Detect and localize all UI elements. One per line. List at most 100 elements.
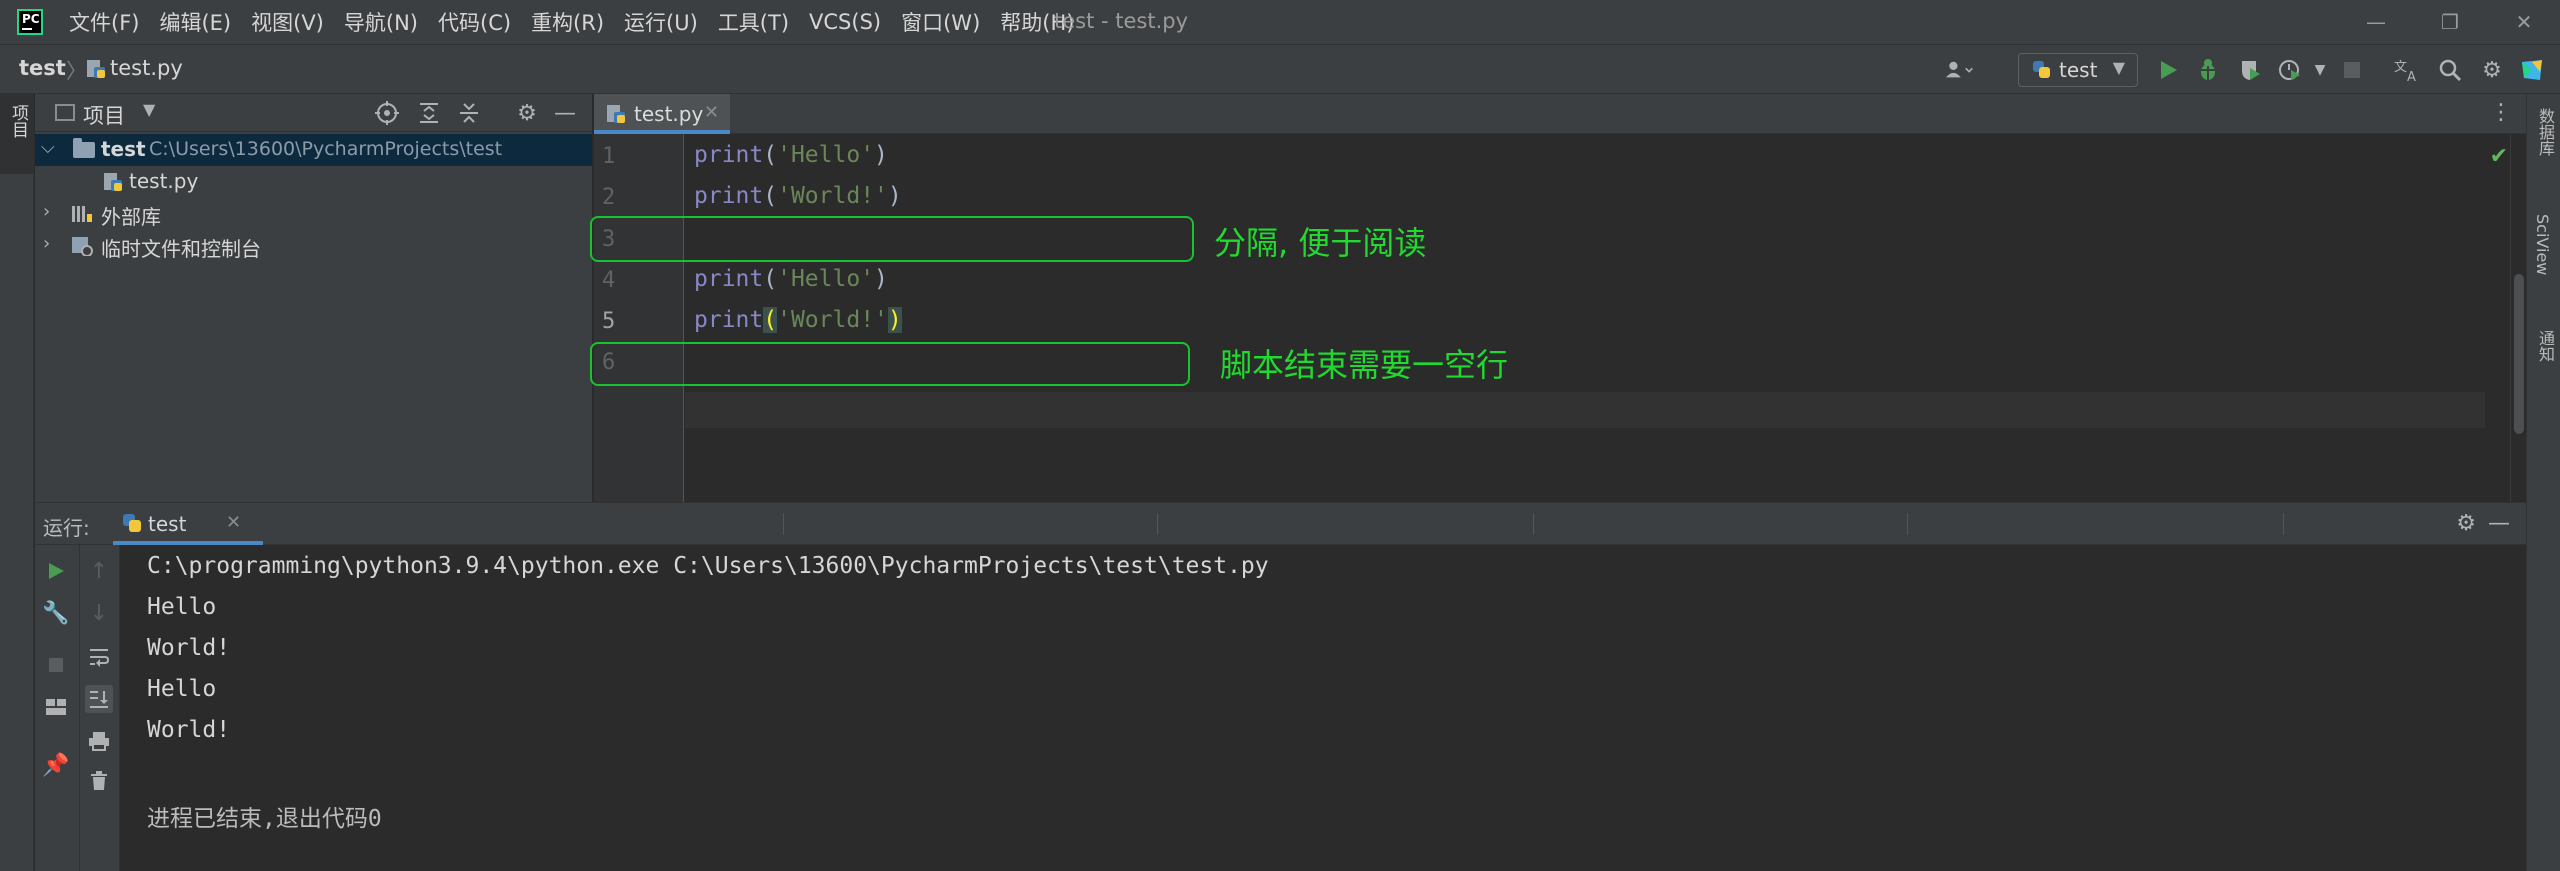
close-tab-icon[interactable]: ✕ xyxy=(226,512,241,533)
code-line-1[interactable]: print('Hello') xyxy=(694,142,888,168)
line-number: 1 xyxy=(602,144,616,169)
library-icon xyxy=(72,206,92,222)
project-panel-title[interactable]: 项目 xyxy=(83,100,125,130)
profile-icon[interactable] xyxy=(2276,56,2304,84)
coverage-icon[interactable] xyxy=(2236,56,2264,84)
menu-edit[interactable]: 编辑(E) xyxy=(159,7,231,37)
gear-icon[interactable]: ⚙ xyxy=(2456,511,2476,536)
minimize-icon[interactable]: — xyxy=(2346,4,2406,40)
editor-vertical-scrollbar[interactable] xyxy=(2510,134,2526,502)
wrench-icon[interactable]: 🔧 xyxy=(42,599,70,627)
jetbrains-toolbox-icon[interactable] xyxy=(2518,56,2546,84)
paren-close: ) xyxy=(874,266,888,292)
run-tool-window: 运行: test ✕ ⚙ — 🔧 📌 ↑ ↓ C:\programming\py… xyxy=(35,502,2526,871)
stop-icon[interactable] xyxy=(2338,56,2366,84)
console-line-output: World! xyxy=(147,635,231,661)
run-toolbar-secondary: ↑ ↓ xyxy=(80,545,120,871)
debug-icon[interactable] xyxy=(2194,56,2222,84)
scrollbar-thumb[interactable] xyxy=(2514,274,2524,434)
chevron-down-icon[interactable]: ▼ xyxy=(143,100,155,119)
tree-item-external-libraries[interactable]: › 外部库 xyxy=(35,198,592,230)
menu-vcs[interactable]: VCS(S) xyxy=(809,10,881,34)
annotation-box-line-6 xyxy=(590,342,1190,386)
stop-icon[interactable] xyxy=(42,651,70,679)
breadcrumb-file[interactable]: test.py xyxy=(110,56,183,80)
run-panel-header: 运行: test ✕ ⚙ — xyxy=(35,503,2526,545)
chevron-down-icon[interactable]: ⌵ xyxy=(41,137,55,158)
notifications-tool-button[interactable]: 通知 xyxy=(2533,330,2557,362)
right-tool-stripe: 数据库 SciView 通知 xyxy=(2526,94,2560,871)
arrow-down-icon[interactable]: ↓ xyxy=(85,599,113,627)
breadcrumb-separator: 〉 xyxy=(66,59,87,83)
code-line-5[interactable]: print('World!') xyxy=(694,307,902,333)
builtin-function: print xyxy=(694,142,764,168)
translate-icon[interactable]: 文A xyxy=(2394,56,2422,84)
run-configuration-select[interactable]: test ▼ xyxy=(2018,53,2138,87)
tab-label: test.py xyxy=(634,102,704,126)
builtin-function: print xyxy=(694,307,764,333)
pycharm-logo-icon: PC xyxy=(17,9,43,35)
current-line-highlight xyxy=(685,392,2485,428)
menu-navigate[interactable]: 导航(N) xyxy=(344,7,418,37)
menu-run[interactable]: 运行(U) xyxy=(624,7,698,37)
layout-icon[interactable] xyxy=(42,693,70,721)
run-icon[interactable] xyxy=(2154,56,2182,84)
hide-panel-icon[interactable]: — xyxy=(2488,511,2510,536)
run-toolbar-primary: 🔧 📌 xyxy=(35,545,80,871)
print-icon[interactable] xyxy=(85,727,113,755)
search-icon[interactable] xyxy=(2436,56,2464,84)
menu-refactor[interactable]: 重构(R) xyxy=(531,7,604,37)
rerun-icon[interactable] xyxy=(42,557,70,585)
console-line-exit-status: 进程已结束,退出代码0 xyxy=(147,806,382,832)
menu-code[interactable]: 代码(C) xyxy=(438,7,511,37)
menu-file[interactable]: 文件(F) xyxy=(69,7,139,37)
tree-item-path: C:\Users\13600\PycharmProjects\test xyxy=(149,138,503,160)
restore-icon[interactable]: ❐ xyxy=(2420,4,2480,40)
run-configuration-label: test xyxy=(2059,58,2098,82)
no-problems-check-icon[interactable]: ✔ xyxy=(2490,144,2508,169)
paren-open-matched: ( xyxy=(763,307,778,333)
svg-text:A: A xyxy=(2407,70,2416,82)
gear-icon[interactable]: ⚙ xyxy=(2478,56,2506,84)
gear-icon[interactable]: ⚙ xyxy=(513,99,541,127)
editor-tab-bar: test.py ✕ ⋮ xyxy=(594,94,2526,134)
tree-item-test-py[interactable]: test.py xyxy=(35,166,592,198)
more-run-options-chevron-icon[interactable]: ▼ xyxy=(2306,56,2334,84)
project-panel-header: 项目 ▼ ⚙ — xyxy=(35,94,592,132)
locate-file-icon[interactable] xyxy=(373,99,401,127)
breadcrumb-project[interactable]: test xyxy=(19,56,66,80)
close-icon[interactable]: ✕ xyxy=(2494,4,2554,40)
expand-all-icon[interactable] xyxy=(415,99,443,127)
scroll-to-end-icon[interactable] xyxy=(85,685,113,713)
sciview-tool-button[interactable]: SciView xyxy=(2533,214,2552,275)
pin-icon[interactable]: 📌 xyxy=(42,751,70,779)
hide-panel-icon[interactable]: — xyxy=(551,99,579,127)
annotation-text-line-6: 脚本结束需要一空行 xyxy=(1220,346,1509,384)
collapse-all-icon[interactable] xyxy=(455,99,483,127)
menu-window[interactable]: 窗口(W) xyxy=(901,7,980,37)
tab-test-py[interactable]: test.py ✕ xyxy=(594,94,730,134)
run-tab-test[interactable]: test ✕ xyxy=(113,503,263,545)
soft-wrap-icon[interactable] xyxy=(85,643,113,671)
tree-item-project-root[interactable]: ⌵ test C:\Users\13600\PycharmProjects\te… xyxy=(35,134,592,166)
paren-close: ) xyxy=(874,142,888,168)
project-tool-button[interactable]: 项目 xyxy=(0,94,34,174)
user-account-icon[interactable] xyxy=(1946,56,1974,84)
more-options-icon[interactable]: ⋮ xyxy=(2490,100,2512,125)
line-number: 4 xyxy=(602,268,616,293)
string-literal: 'Hello' xyxy=(777,266,875,292)
builtin-function: print xyxy=(694,183,764,209)
code-line-2[interactable]: print('World!') xyxy=(694,183,902,209)
code-line-4[interactable]: print('Hello') xyxy=(694,266,888,292)
menu-tools[interactable]: 工具(T) xyxy=(718,7,789,37)
chevron-right-icon[interactable]: › xyxy=(43,201,50,222)
database-tool-button[interactable]: 数据库 xyxy=(2533,108,2557,156)
arrow-up-icon[interactable]: ↑ xyxy=(85,557,113,585)
python-file-icon xyxy=(607,105,625,123)
tree-item-scratches[interactable]: › 临时文件和控制台 xyxy=(35,230,592,262)
trash-icon[interactable] xyxy=(85,767,113,795)
chevron-right-icon[interactable]: › xyxy=(43,233,50,254)
close-tab-icon[interactable]: ✕ xyxy=(704,102,719,123)
python-file-icon xyxy=(104,173,122,191)
menu-view[interactable]: 视图(V) xyxy=(251,7,324,37)
